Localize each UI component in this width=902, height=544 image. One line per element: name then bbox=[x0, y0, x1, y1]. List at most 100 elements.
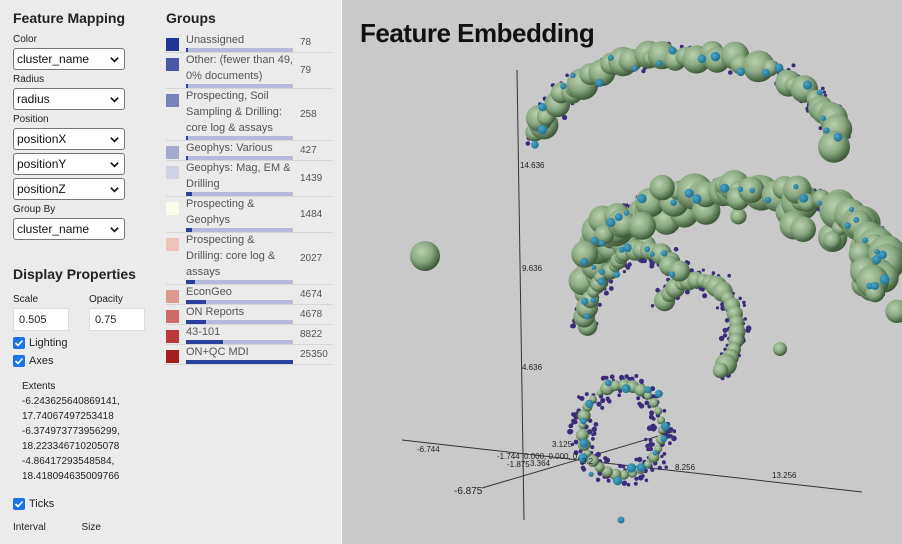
embedding-point bbox=[657, 465, 662, 471]
embedding-point bbox=[567, 428, 573, 435]
embedding-point bbox=[738, 296, 742, 301]
group-item[interactable]: Geophys: Mag, EM & Drilling 1439 bbox=[166, 160, 341, 197]
embedding-point bbox=[584, 392, 589, 397]
embedding-point bbox=[670, 199, 677, 206]
group-item[interactable]: Prospecting, Soil Sampling & Drilling: c… bbox=[166, 88, 341, 141]
group-label-block: Geophys: Mag, EM & Drilling bbox=[186, 160, 293, 196]
embedding-point bbox=[592, 431, 597, 436]
lighting-checkbox[interactable] bbox=[13, 337, 25, 349]
group-item[interactable]: Unassigned 78 bbox=[166, 32, 341, 53]
embedding-point bbox=[650, 467, 655, 472]
embedding-viewport[interactable]: 14.636 9.636 4.636 -6.744 -1.744 0.000, 0.000… bbox=[342, 0, 902, 544]
embedding-sphere bbox=[790, 216, 816, 242]
embedding-sphere bbox=[712, 362, 729, 379]
embedding-point bbox=[633, 481, 638, 486]
embedding-point bbox=[669, 271, 676, 278]
embedding-point bbox=[636, 463, 646, 472]
group-by-select[interactable]: cluster_name bbox=[13, 218, 125, 240]
embedding-point bbox=[644, 478, 649, 483]
axes-label: Axes bbox=[29, 355, 54, 367]
embedding-point bbox=[639, 378, 644, 384]
embedding-point bbox=[570, 324, 575, 329]
group-label: ON+QC MDI bbox=[186, 346, 249, 358]
embedding-point bbox=[607, 54, 614, 61]
embedding-point bbox=[531, 140, 539, 149]
checkmark-icon bbox=[14, 500, 24, 508]
embedding-point bbox=[822, 90, 827, 94]
embedding-point bbox=[600, 405, 605, 410]
embedding-point bbox=[581, 297, 589, 306]
embedding-point bbox=[702, 293, 708, 299]
group-item[interactable]: 43-101 8822 bbox=[166, 324, 341, 345]
ticks-toggle[interactable]: Ticks bbox=[13, 498, 150, 510]
groups-title: Groups bbox=[166, 10, 216, 26]
group-item[interactable]: Prospecting & Geophys 1484 bbox=[166, 196, 341, 233]
embedding-point bbox=[580, 417, 587, 425]
scale-input[interactable]: 0.505 bbox=[13, 308, 69, 331]
group-count: 427 bbox=[300, 144, 317, 156]
embedding-point bbox=[745, 325, 752, 332]
opacity-input[interactable]: 0.75 bbox=[89, 308, 145, 331]
group-count: 1484 bbox=[300, 208, 323, 220]
extents-label: Extents bbox=[22, 381, 56, 392]
embedding-point bbox=[582, 467, 587, 472]
chevron-down-icon bbox=[110, 227, 119, 233]
embedding-point bbox=[833, 132, 843, 142]
embedding-point bbox=[597, 277, 606, 286]
group-color-swatch bbox=[166, 238, 179, 251]
ticks-checkbox[interactable] bbox=[13, 498, 25, 510]
embedding-point bbox=[648, 438, 653, 443]
embedding-point bbox=[802, 80, 813, 90]
position-y-select[interactable]: positionY bbox=[13, 153, 125, 175]
group-label-block: ON+QC MDI bbox=[186, 344, 293, 364]
position-x-select[interactable]: positionX bbox=[13, 128, 125, 150]
embedding-point bbox=[571, 418, 576, 423]
position-z-select[interactable]: positionZ bbox=[13, 178, 125, 200]
radius-select[interactable]: radius bbox=[13, 88, 125, 110]
embedding-point bbox=[820, 86, 825, 91]
group-item[interactable]: ON+QC MDI 25350 bbox=[166, 344, 341, 365]
embedding-point bbox=[618, 246, 625, 253]
embedding-point bbox=[818, 126, 823, 131]
ticks-label: Ticks bbox=[29, 498, 55, 510]
lighting-toggle[interactable]: Lighting bbox=[13, 337, 150, 349]
viewport-title: Feature Embedding bbox=[360, 18, 595, 48]
embedding-canvas[interactable]: 14.6369.6364.636-6.744-1.744 0.000, 0.000… bbox=[342, 0, 902, 544]
position-z-value: positionZ bbox=[17, 182, 66, 196]
group-color-swatch bbox=[166, 330, 179, 343]
group-count: 1439 bbox=[300, 172, 323, 184]
group-item[interactable]: Prospecting & Drilling: core log & assay… bbox=[166, 232, 341, 285]
embedding-point bbox=[664, 465, 668, 470]
embedding-point bbox=[650, 423, 656, 430]
embedding-point bbox=[605, 397, 610, 402]
embedding-sphere bbox=[668, 260, 690, 282]
embedding-point bbox=[692, 194, 702, 204]
embedding-point bbox=[599, 268, 605, 275]
embedding-point bbox=[656, 60, 663, 67]
embedding-point bbox=[816, 89, 823, 96]
group-item[interactable]: Other: (fewer than 49, 0% documents) 79 bbox=[166, 52, 341, 89]
group-color-swatch bbox=[166, 310, 179, 323]
embedding-point bbox=[593, 422, 599, 427]
group-item[interactable]: Geophys: Various 427 bbox=[166, 140, 341, 161]
group-item[interactable]: ON Reports 4678 bbox=[166, 304, 341, 325]
embedding-point bbox=[872, 255, 882, 265]
group-label-block: Other: (fewer than 49, 0% documents) bbox=[186, 52, 293, 88]
group-color-swatch bbox=[166, 166, 179, 179]
embedding-sphere bbox=[823, 231, 842, 250]
embedding-point bbox=[565, 73, 569, 78]
embedding-point bbox=[673, 247, 679, 252]
embedding-point bbox=[617, 393, 622, 398]
chevron-down-icon bbox=[110, 162, 119, 168]
embedding-point bbox=[570, 72, 576, 79]
axes-toggle[interactable]: Axes bbox=[13, 355, 150, 367]
embedding-point bbox=[579, 438, 589, 448]
feature-mapping-panel: Feature Mapping Color cluster_name Radiu… bbox=[0, 0, 158, 544]
axes-checkbox[interactable] bbox=[13, 355, 25, 367]
group-item[interactable]: EconGeo 4674 bbox=[166, 284, 341, 305]
color-select[interactable]: cluster_name bbox=[13, 48, 125, 70]
axis-tick-label: 3.125 bbox=[552, 440, 573, 449]
embedding-point bbox=[590, 236, 599, 245]
embedding-point bbox=[588, 471, 594, 477]
embedding-point bbox=[791, 63, 796, 68]
